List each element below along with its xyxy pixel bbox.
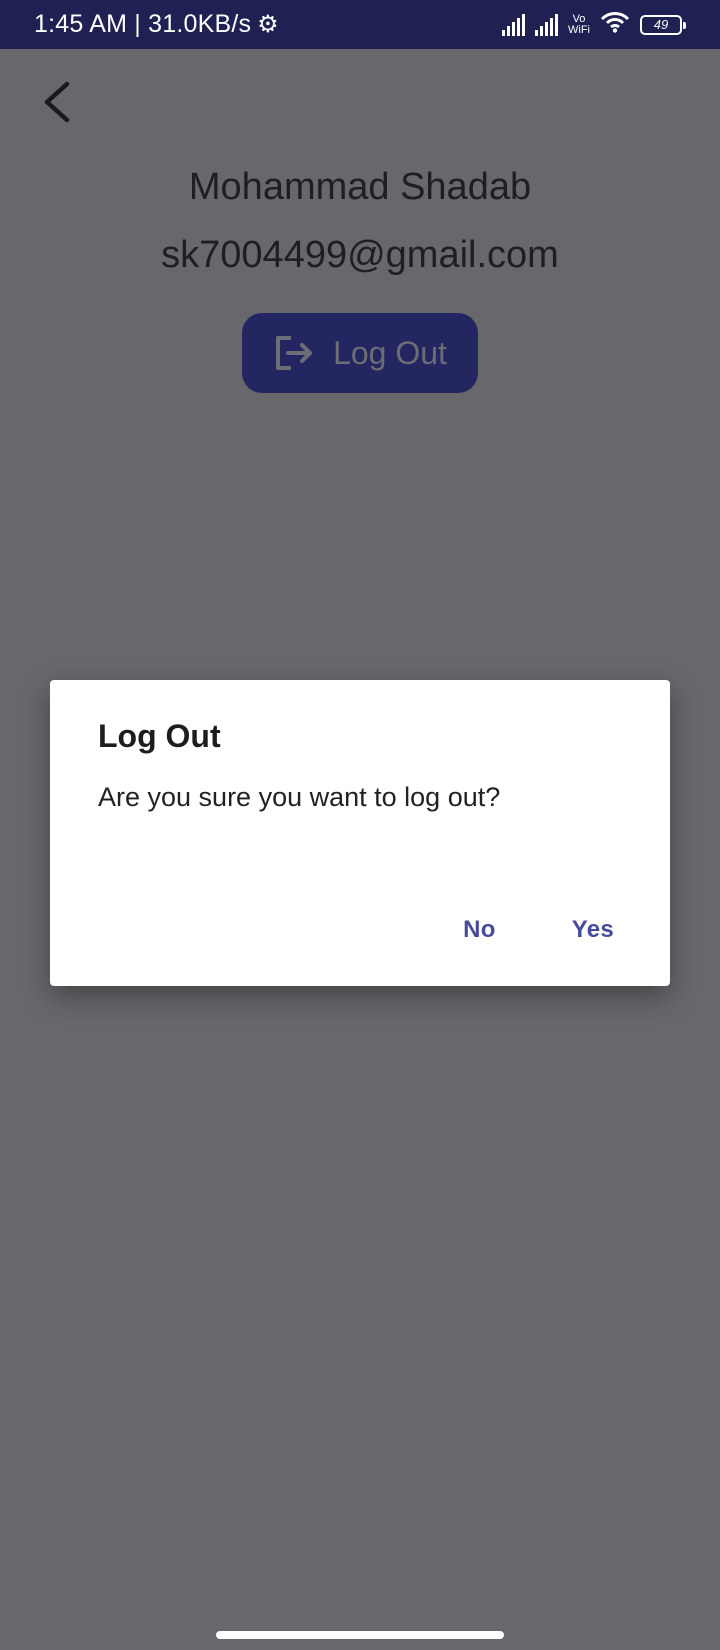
- profile-name: Mohammad Shadab: [188, 166, 532, 208]
- logout-button-label: Log Out: [333, 334, 447, 371]
- vowifi-label: Vo WiFi: [568, 12, 590, 36]
- logout-dialog: Log Out Are you sure you want to log out…: [50, 680, 670, 986]
- logout-icon: [273, 334, 315, 372]
- wifi-icon: [600, 11, 630, 38]
- dialog-message: Are you sure you want to log out?: [98, 782, 501, 812]
- status-right: Vo WiFi 49: [502, 0, 686, 49]
- signal-icon: [502, 13, 525, 36]
- dialog-yes-button[interactable]: Yes: [564, 912, 622, 948]
- status-bar: 1:45 AM | 31.0KB/s ⚙ Vo WiFi 49: [0, 0, 720, 49]
- vowifi-bottom: WiFi: [568, 23, 590, 36]
- signal-icon: [535, 13, 558, 36]
- dialog-title: Log Out: [98, 718, 221, 754]
- dialog-no-button[interactable]: No: [455, 912, 504, 948]
- profile-email: sk7004499@gmail.com: [161, 234, 559, 276]
- status-time-speed: 1:45 AM | 31.0KB/s: [34, 10, 252, 38]
- battery-level: 49: [653, 17, 669, 32]
- logout-button[interactable]: Log Out: [242, 313, 478, 393]
- gear-icon: ⚙: [257, 10, 279, 38]
- dialog-actions: No Yes: [455, 912, 622, 948]
- battery-icon: 49: [640, 14, 686, 35]
- status-left: 1:45 AM | 31.0KB/s ⚙: [34, 0, 279, 49]
- home-indicator[interactable]: [216, 1631, 504, 1639]
- chevron-left-icon: [41, 80, 71, 129]
- back-button[interactable]: [30, 78, 82, 130]
- vowifi-top: Vo: [572, 12, 586, 25]
